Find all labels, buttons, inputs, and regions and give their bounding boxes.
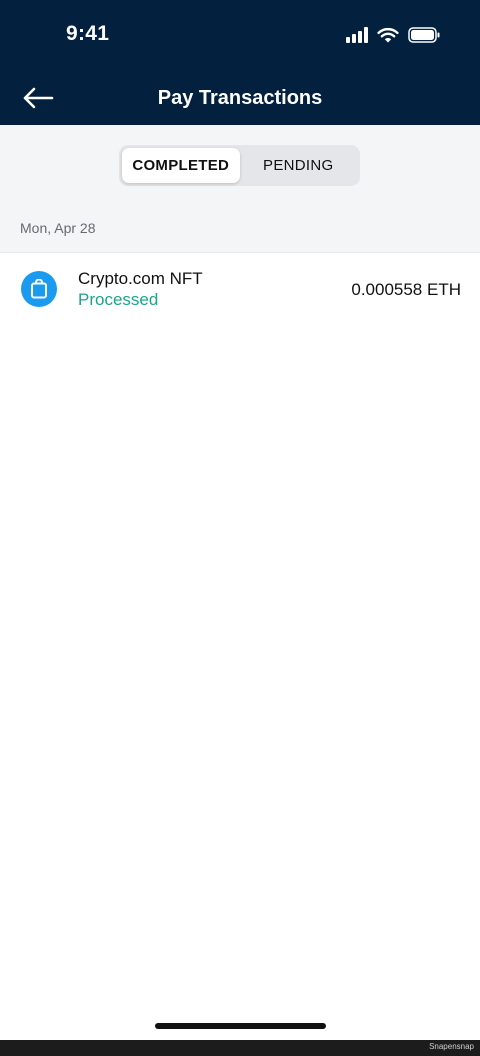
tab-pending[interactable]: PENDING — [240, 148, 358, 183]
status-segmented-control: COMPLETED PENDING — [119, 145, 360, 186]
tab-completed[interactable]: COMPLETED — [122, 148, 240, 183]
status-bar: 9:41 — [0, 0, 480, 72]
nav-bar: Pay Transactions — [0, 72, 480, 125]
status-icons — [346, 26, 440, 44]
footer-strip — [0, 1040, 480, 1056]
section-date-header: Mon, Apr 28 — [20, 220, 96, 236]
transaction-row[interactable]: Crypto.com NFT Processed 0.000558 ETH — [0, 253, 480, 327]
home-indicator — [155, 1023, 326, 1029]
wifi-icon — [377, 28, 399, 43]
transaction-merchant: Crypto.com NFT — [78, 269, 203, 288]
cellular-signal-icon — [346, 27, 368, 43]
transaction-amount: 0.000558 ETH — [351, 280, 461, 299]
filter-area: COMPLETED PENDING Mon, Apr 28 — [0, 125, 480, 253]
transaction-status: Processed — [78, 290, 159, 309]
app-header: 9:41 Pay Transactions — [0, 0, 480, 125]
watermark: Snapensnap — [429, 1042, 474, 1051]
page-title: Pay Transactions — [157, 87, 323, 109]
shopping-bag-icon — [21, 271, 57, 307]
battery-icon — [408, 27, 440, 43]
status-time: 9:41 — [66, 22, 110, 45]
